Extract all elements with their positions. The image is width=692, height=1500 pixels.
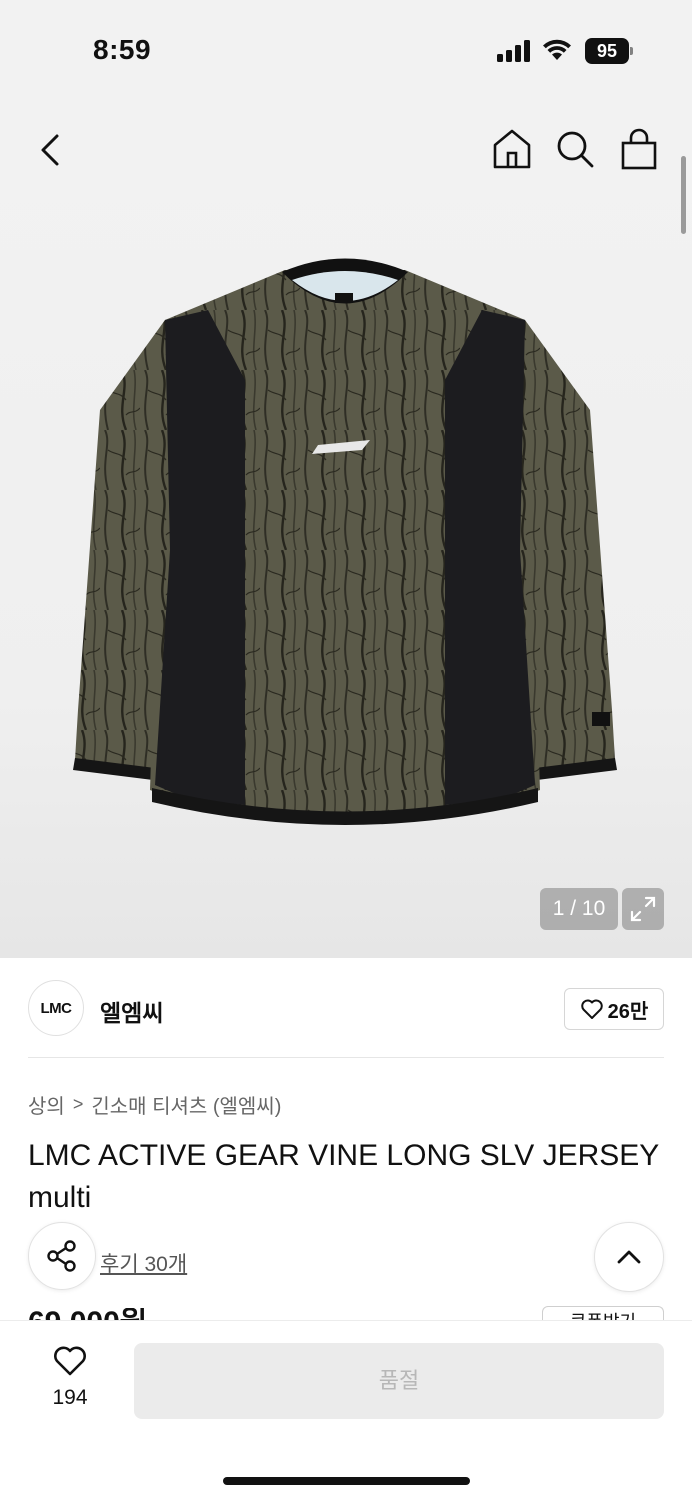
wifi-icon — [543, 39, 571, 60]
product-image-gallery[interactable]: 1 / 10 — [0, 100, 692, 958]
back-icon[interactable] — [30, 128, 70, 172]
search-icon[interactable] — [554, 128, 596, 170]
divider — [28, 1057, 664, 1058]
home-icon[interactable] — [490, 126, 534, 172]
breadcrumb-subcategory[interactable]: 긴소매 티셔츠 (엘엠씨) — [91, 1090, 281, 1119]
brand-name[interactable]: 엘엠씨 — [100, 994, 163, 1028]
battery-indicator: 95 — [585, 38, 633, 64]
cellular-signal-icon — [497, 40, 530, 62]
status-time: 8:59 — [93, 34, 152, 65]
heart-icon — [54, 1346, 86, 1376]
wishlist-button[interactable]: 194 — [40, 1345, 100, 1410]
brand-row[interactable]: LMC 엘엠씨 26만 — [28, 978, 664, 1038]
battery-cap — [630, 47, 633, 55]
breadcrumb-separator: > — [72, 1094, 84, 1114]
home-indicator[interactable] — [223, 1477, 470, 1485]
share-button[interactable] — [28, 1222, 96, 1290]
bag-icon[interactable] — [618, 126, 660, 172]
chevron-up-icon — [617, 1250, 641, 1264]
status-bar: 8:59 95 — [0, 0, 692, 100]
brand-like-button[interactable]: 26만 — [564, 988, 664, 1030]
breadcrumb-category[interactable]: 상의 — [28, 1090, 65, 1119]
bottom-action-bar: 194 품절 — [0, 1320, 692, 1500]
heart-icon — [580, 999, 603, 1019]
review-link[interactable]: 후기 30개 — [100, 1248, 187, 1278]
product-title: LMC ACTIVE GEAR VINE LONG SLV JERSEY mul… — [28, 1139, 659, 1214]
brand-like-count: 26만 — [607, 1000, 649, 1023]
battery-level: 95 — [585, 38, 629, 64]
wishlist-count: 194 — [52, 1386, 88, 1409]
expand-image-button[interactable] — [622, 888, 664, 930]
expand-icon — [630, 896, 656, 922]
breadcrumb: 상의 > 긴소매 티셔츠 (엘엠씨) — [28, 1090, 281, 1119]
sold-out-button[interactable]: 품절 — [134, 1343, 664, 1419]
share-icon — [47, 1240, 76, 1272]
scroll-to-top-button[interactable] — [594, 1222, 664, 1292]
product-image-jersey — [73, 258, 617, 825]
scroll-indicator[interactable] — [681, 156, 686, 234]
image-counter: 1 / 10 — [540, 888, 618, 930]
brand-logo[interactable]: LMC — [28, 980, 84, 1036]
